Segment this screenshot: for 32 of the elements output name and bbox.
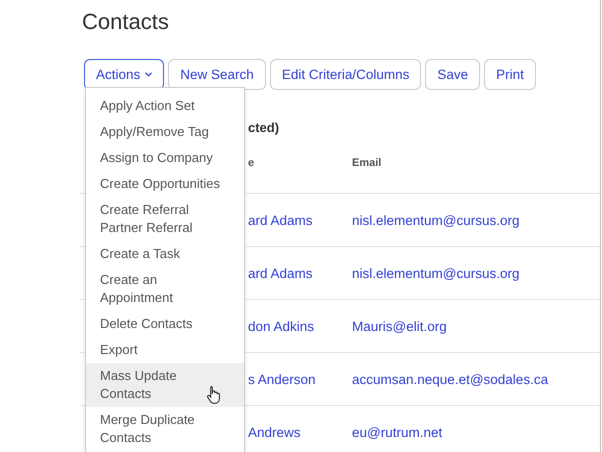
column-header: Email — [352, 157, 382, 169]
hand-pointer-icon — [206, 385, 222, 405]
contact-name-link[interactable]: s Anderson — [248, 372, 352, 386]
menu-item[interactable]: Merge Duplicate Contacts — [86, 407, 244, 451]
menu-item[interactable]: Create Opportunities — [86, 171, 244, 197]
menu-item[interactable]: Export — [86, 337, 244, 363]
menu-item[interactable]: Create Referral Partner Referral — [86, 197, 244, 241]
toolbar-button[interactable]: Edit Criteria/Columns — [270, 59, 422, 90]
menu-item[interactable]: Apply/Remove Tag — [86, 119, 244, 145]
email-link[interactable]: Mauris@elit.org — [352, 318, 447, 334]
contact-name-link[interactable]: ard Adams — [248, 212, 352, 228]
email-link[interactable]: eu@rutrum.net — [352, 424, 442, 440]
contact-name-link[interactable]: ard Adams — [248, 266, 352, 280]
email-link[interactable]: nisl.elementum@cursus.org — [352, 266, 520, 280]
toolbar-button[interactable]: New Search — [168, 59, 266, 90]
column-header: e — [248, 157, 256, 169]
menu-item[interactable]: Delete Contacts — [86, 311, 244, 337]
contact-name-link[interactable]: don Adkins — [248, 318, 352, 334]
menu-item[interactable]: Apply Action Set — [86, 93, 244, 119]
toolbar-button[interactable]: Print — [484, 59, 536, 90]
email-link[interactable]: nisl.elementum@cursus.org — [352, 212, 520, 228]
page-title: Contacts — [81, 8, 170, 36]
email-link[interactable]: accumsan.neque.et@sodales.ca — [352, 372, 548, 386]
menu-item[interactable]: Create an Appointment — [86, 267, 244, 311]
menu-item[interactable]: Assign to Company — [86, 145, 244, 171]
chevron-down-icon — [145, 72, 152, 77]
menu-item[interactable]: Create a Task — [86, 241, 244, 267]
actions-dropdown-button[interactable]: Actions — [84, 59, 164, 90]
toolbar-button[interactable]: Save — [425, 59, 480, 90]
menu-item[interactable]: Mass Update Contacts — [86, 363, 244, 407]
selection-count-text: cted) — [248, 120, 280, 137]
contact-name-link[interactable]: Andrews — [248, 424, 352, 440]
